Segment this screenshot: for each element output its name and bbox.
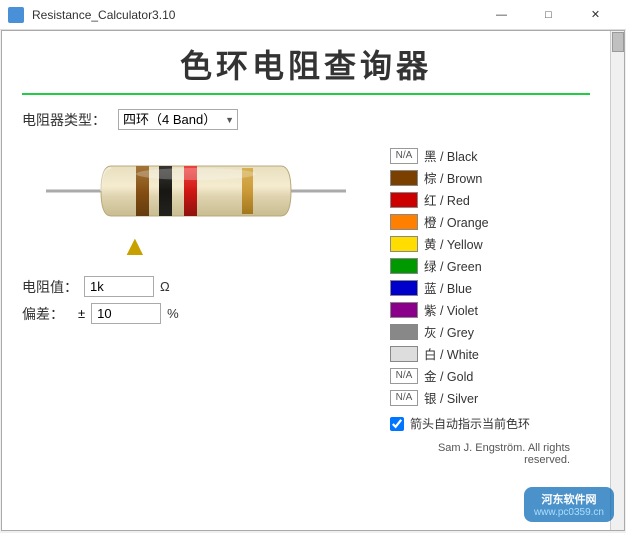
arrow-row: ▲ bbox=[46, 232, 346, 260]
main-body: ▲ 电阻值： Ω 偏差： ± % bbox=[22, 146, 590, 466]
color-swatch-black: N/A bbox=[390, 148, 418, 164]
scrollbar-thumb[interactable] bbox=[612, 32, 624, 52]
close-button[interactable]: ✕ bbox=[573, 4, 618, 26]
color-legend-item[interactable]: N/A 黑 / Black bbox=[390, 146, 590, 165]
color-swatch-silver: N/A bbox=[390, 390, 418, 406]
color-legend-item[interactable]: 红 / Red bbox=[390, 190, 590, 209]
color-label-brown: 棕 / Brown bbox=[424, 168, 482, 187]
color-legend: N/A 黑 / Black 棕 / Brown 红 / Red 橙 / Orange 黄 … bbox=[390, 146, 590, 407]
color-legend-item[interactable]: 蓝 / Blue bbox=[390, 278, 590, 297]
tolerance-row: 偏差： ± % bbox=[22, 303, 370, 324]
color-legend-item[interactable]: N/A 金 / Gold bbox=[390, 366, 590, 385]
type-selector-row: 电阻器类型： 四环（4 Band） 五环（5 Band） bbox=[22, 109, 590, 130]
color-label-blue: 蓝 / Blue bbox=[424, 278, 472, 297]
color-legend-item[interactable]: 黄 / Yellow bbox=[390, 234, 590, 253]
watermark: 河东软件网 www.pc0359.cn bbox=[524, 487, 614, 522]
type-select-wrapper[interactable]: 四环（4 Band） 五环（5 Band） bbox=[118, 109, 238, 130]
result-section: 电阻值： Ω 偏差： ± % bbox=[22, 276, 370, 324]
auto-arrow-checkbox[interactable] bbox=[390, 417, 404, 431]
color-label-red: 红 / Red bbox=[424, 190, 470, 209]
color-swatch-orange bbox=[390, 214, 418, 230]
color-label-orange: 橙 / Orange bbox=[424, 212, 489, 231]
scrollbar[interactable] bbox=[610, 31, 624, 530]
resistor-area: ▲ bbox=[22, 146, 370, 260]
color-swatch-blue bbox=[390, 280, 418, 296]
watermark-line1: 河东软件网 bbox=[541, 491, 596, 507]
color-label-white: 白 / White bbox=[424, 344, 479, 363]
color-label-yellow: 黄 / Yellow bbox=[424, 234, 483, 253]
color-swatch-grey bbox=[390, 324, 418, 340]
watermark-line2: www.pc0359.cn bbox=[534, 507, 604, 518]
main-window: 色环电阻查询器 电阻器类型： 四环（4 Band） 五环（5 Band） bbox=[1, 30, 625, 531]
pm-symbol: ± bbox=[78, 306, 85, 321]
color-legend-item[interactable]: 灰 / Grey bbox=[390, 322, 590, 341]
left-panel: ▲ 电阻值： Ω 偏差： ± % bbox=[22, 146, 370, 466]
color-legend-item[interactable]: 紫 / Violet bbox=[390, 300, 590, 319]
color-legend-item[interactable]: 绿 / Green bbox=[390, 256, 590, 275]
titlebar: Resistance_Calculator3.10 — □ ✕ bbox=[0, 0, 626, 30]
resistance-unit: Ω bbox=[160, 279, 170, 294]
tolerance-label: 偏差： bbox=[22, 304, 72, 324]
title-divider bbox=[22, 93, 590, 95]
color-legend-item[interactable]: 白 / White bbox=[390, 344, 590, 363]
color-legend-item[interactable]: N/A 银 / Silver bbox=[390, 388, 590, 407]
color-label-violet: 紫 / Violet bbox=[424, 300, 478, 319]
footer-text: Sam J. Engström. All rights reserved. bbox=[438, 442, 570, 466]
resistor-svg bbox=[46, 146, 346, 236]
color-swatch-gold: N/A bbox=[390, 368, 418, 384]
color-legend-item[interactable]: 橙 / Orange bbox=[390, 212, 590, 231]
footer: Sam J. Engström. All rights reserved. bbox=[390, 442, 590, 466]
type-select[interactable]: 四环（4 Band） 五环（5 Band） bbox=[118, 109, 238, 130]
color-swatch-green bbox=[390, 258, 418, 274]
color-swatch-violet bbox=[390, 302, 418, 318]
checkbox-row: 箭头自动指示当前色环 bbox=[390, 415, 590, 432]
titlebar-controls: — □ ✕ bbox=[479, 4, 618, 26]
tolerance-input[interactable] bbox=[91, 303, 161, 324]
arrow-up-icon: ▲ bbox=[121, 232, 149, 260]
checkbox-label: 箭头自动指示当前色环 bbox=[410, 415, 530, 432]
type-label: 电阻器类型： bbox=[22, 110, 106, 130]
resistance-label: 电阻值： bbox=[22, 277, 78, 297]
minimize-button[interactable]: — bbox=[479, 4, 524, 26]
resistance-row: 电阻值： Ω bbox=[22, 276, 370, 297]
maximize-button[interactable]: □ bbox=[526, 4, 571, 26]
tolerance-unit: % bbox=[167, 306, 179, 321]
titlebar-title: Resistance_Calculator3.10 bbox=[32, 8, 175, 22]
color-swatch-red bbox=[390, 192, 418, 208]
app-title: 色环电阻查询器 bbox=[22, 41, 590, 87]
color-swatch-yellow bbox=[390, 236, 418, 252]
color-label-silver: 银 / Silver bbox=[424, 388, 478, 407]
color-label-gold: 金 / Gold bbox=[424, 366, 473, 385]
resistance-input[interactable] bbox=[84, 276, 154, 297]
color-label-grey: 灰 / Grey bbox=[424, 322, 474, 341]
color-legend-item[interactable]: 棕 / Brown bbox=[390, 168, 590, 187]
content-area: 色环电阻查询器 电阻器类型： 四环（4 Band） 五环（5 Band） bbox=[2, 31, 610, 476]
app-icon bbox=[8, 7, 24, 23]
color-swatch-brown bbox=[390, 170, 418, 186]
color-label-black: 黑 / Black bbox=[424, 146, 478, 165]
color-label-green: 绿 / Green bbox=[424, 256, 482, 275]
titlebar-left: Resistance_Calculator3.10 bbox=[8, 7, 175, 23]
color-swatch-white bbox=[390, 346, 418, 362]
right-panel: N/A 黑 / Black 棕 / Brown 红 / Red 橙 / Orange 黄 … bbox=[390, 146, 590, 466]
